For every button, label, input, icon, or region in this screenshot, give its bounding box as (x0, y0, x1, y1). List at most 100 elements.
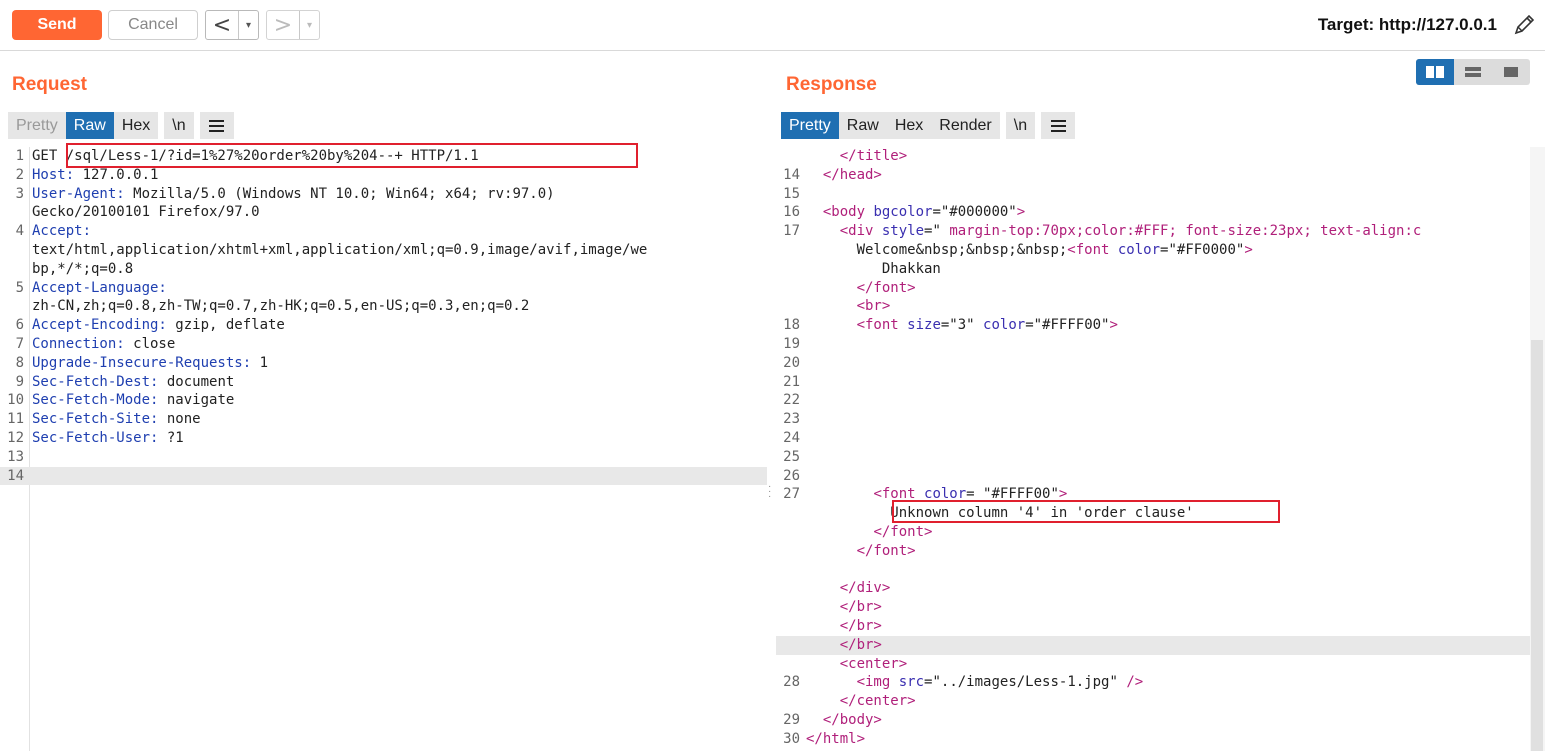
code-token: > (1244, 241, 1253, 258)
request-line: 10 Sec-Fetch-Mode: navigate (0, 391, 767, 410)
response-tab-raw[interactable]: Raw (838, 112, 887, 139)
code-token: <img (856, 674, 899, 691)
code-token: <center> (839, 655, 908, 672)
response-line: </br> (776, 635, 1530, 655)
response-tab-pretty[interactable]: Pretty (781, 112, 839, 139)
response-scrollbar-thumb[interactable] (1531, 340, 1543, 751)
header-name: User-Agent: (32, 185, 125, 202)
header-value: 127.0.0.1 (74, 166, 159, 183)
line-number: 17 (783, 223, 800, 240)
request-line-text: Accept-Language: (32, 279, 167, 298)
top-toolbar: Send Cancel < ▾ > ▾ Target: http://127.0… (0, 0, 1545, 51)
request-menu-button[interactable] (199, 112, 234, 139)
code-token: </head> (822, 166, 882, 183)
code-token: style (881, 223, 925, 240)
layout-side-by-side-button[interactable] (1416, 59, 1454, 85)
code-token: bgcolor (873, 204, 933, 221)
request-line: 2 Host: 127.0.0.1 (0, 166, 767, 185)
line-number: 19 (783, 335, 800, 352)
line-number: 10 (7, 392, 24, 409)
response-line: 21 (776, 373, 1530, 392)
header-value: ?1 (158, 429, 184, 446)
response-tab-render[interactable]: Render (931, 112, 1000, 139)
forward-nav-group[interactable]: > ▾ (266, 10, 320, 40)
request-title: Request (12, 74, 87, 95)
forward-arrow-icon[interactable]: > (267, 11, 299, 39)
request-line: 3 User-Agent: Mozilla/5.0 (Windows NT 10.… (0, 185, 767, 204)
code-token: margin-top:70px;color:#FFF; font-size:23… (940, 223, 1422, 240)
divider-handle-icon[interactable]: · · · (768, 482, 772, 502)
request-line: zh-CN,zh;q=0.8,zh-TW;q=0.7,zh-HK;q=0.5,e… (0, 297, 767, 316)
line-number: 27 (783, 486, 800, 503)
line-number: 29 (783, 711, 800, 728)
response-editor[interactable]: </title> 14 </head> 15 16 <body bgcolor="#0… (776, 147, 1530, 751)
request-tab-newline[interactable]: \n (164, 112, 194, 139)
header-value: gzip, deflate (166, 317, 285, 334)
code-token: </br> (839, 599, 882, 616)
request-line-text: User-Agent: Mozilla/5.0 (Windows NT 10.0… (32, 185, 555, 204)
request-line-text: zh-CN,zh;q=0.8,zh-TW;q=0.7,zh-HK;q=0.5,e… (32, 297, 529, 316)
request-line: bp,*/*;q=0.8 (0, 260, 767, 279)
layout-stacked-button[interactable] (1454, 59, 1492, 85)
header-name: Sec-Fetch-Dest: (32, 373, 159, 390)
response-menu-button[interactable] (1041, 112, 1076, 139)
request-line: 14 (0, 466, 767, 486)
line-number: 5 (15, 279, 24, 296)
response-line-text: </center> (806, 692, 916, 711)
cancel-button[interactable]: Cancel (108, 10, 198, 40)
request-line: 8 Upgrade-Insecure-Requests: 1 (0, 354, 767, 373)
request-line: Gecko/20100101 Firefox/97.0 (0, 203, 767, 222)
code-token: <font (1067, 241, 1118, 258)
line-number: 4 (15, 223, 24, 240)
request-line-text: Accept-Encoding: gzip, deflate (32, 316, 285, 335)
response-line: Welcome&nbsp;&nbsp;&nbsp;<font color="#F… (776, 241, 1530, 260)
line-number: 6 (15, 317, 24, 334)
response-line (776, 561, 1530, 580)
request-tab-hex[interactable]: Hex (113, 112, 159, 139)
request-line-text: Sec-Fetch-Mode: navigate (32, 391, 234, 410)
response-tab-newline[interactable]: \n (1005, 112, 1036, 139)
request-tab-pretty[interactable]: Pretty (8, 112, 66, 139)
response-line-text: Welcome&nbsp;&nbsp;&nbsp;<font color="#F… (806, 241, 1253, 260)
request-tab-raw[interactable]: Raw (65, 112, 114, 139)
header-value: document (158, 373, 235, 390)
response-line: 24 (776, 429, 1530, 448)
code-token: ="3" (940, 317, 984, 334)
header-value: bp,*/*;q=0.8 (32, 260, 134, 277)
response-line-text: <body bgcolor="#000000"> (806, 203, 1025, 222)
hamburger-icon (1050, 119, 1066, 132)
request-line-text: bp,*/*;q=0.8 (32, 260, 133, 279)
code-token: </title> (839, 148, 908, 164)
layout-single-button[interactable] (1492, 59, 1530, 85)
line-number: 9 (15, 373, 24, 390)
response-line: 30 </html> (776, 730, 1530, 749)
request-line-text: Accept: (32, 222, 91, 241)
response-tab-hex[interactable]: Hex (886, 112, 932, 139)
request-line: 9 Sec-Fetch-Dest: document (0, 373, 767, 392)
code-token: </center> (839, 693, 916, 710)
response-line: </br> (776, 617, 1530, 636)
line-number: 26 (783, 467, 800, 484)
request-editor[interactable]: 1 GET /sql/Less-1/?id=1%27%20order%20by%2… (0, 147, 767, 751)
response-line: 25 (776, 448, 1530, 467)
annotation-box-request-url (66, 143, 638, 168)
request-tabbar: Pretty Raw Hex \n (8, 112, 234, 139)
response-line-text: <center> (806, 655, 907, 674)
back-dropdown-icon[interactable]: ▾ (238, 11, 258, 39)
line-number: 16 (783, 204, 800, 221)
header-name: Host: (32, 166, 75, 183)
request-line: 13 (0, 448, 767, 467)
send-button[interactable]: Send (12, 10, 102, 40)
response-line-text: Dhakkan (806, 260, 941, 279)
response-line-text: </br> (806, 617, 882, 636)
response-line: 29 </body> (776, 711, 1530, 730)
code-token: </html> (806, 730, 866, 747)
response-line: 20 (776, 354, 1530, 373)
back-nav-group[interactable]: < ▾ (205, 10, 259, 40)
forward-dropdown-icon[interactable]: ▾ (299, 11, 319, 39)
request-line: 11 Sec-Fetch-Site: none (0, 410, 767, 429)
pencil-icon[interactable] (1511, 12, 1537, 38)
back-arrow-icon[interactable]: < (206, 11, 238, 39)
response-line-text: </br> (806, 598, 882, 617)
line-number: 3 (15, 185, 24, 202)
